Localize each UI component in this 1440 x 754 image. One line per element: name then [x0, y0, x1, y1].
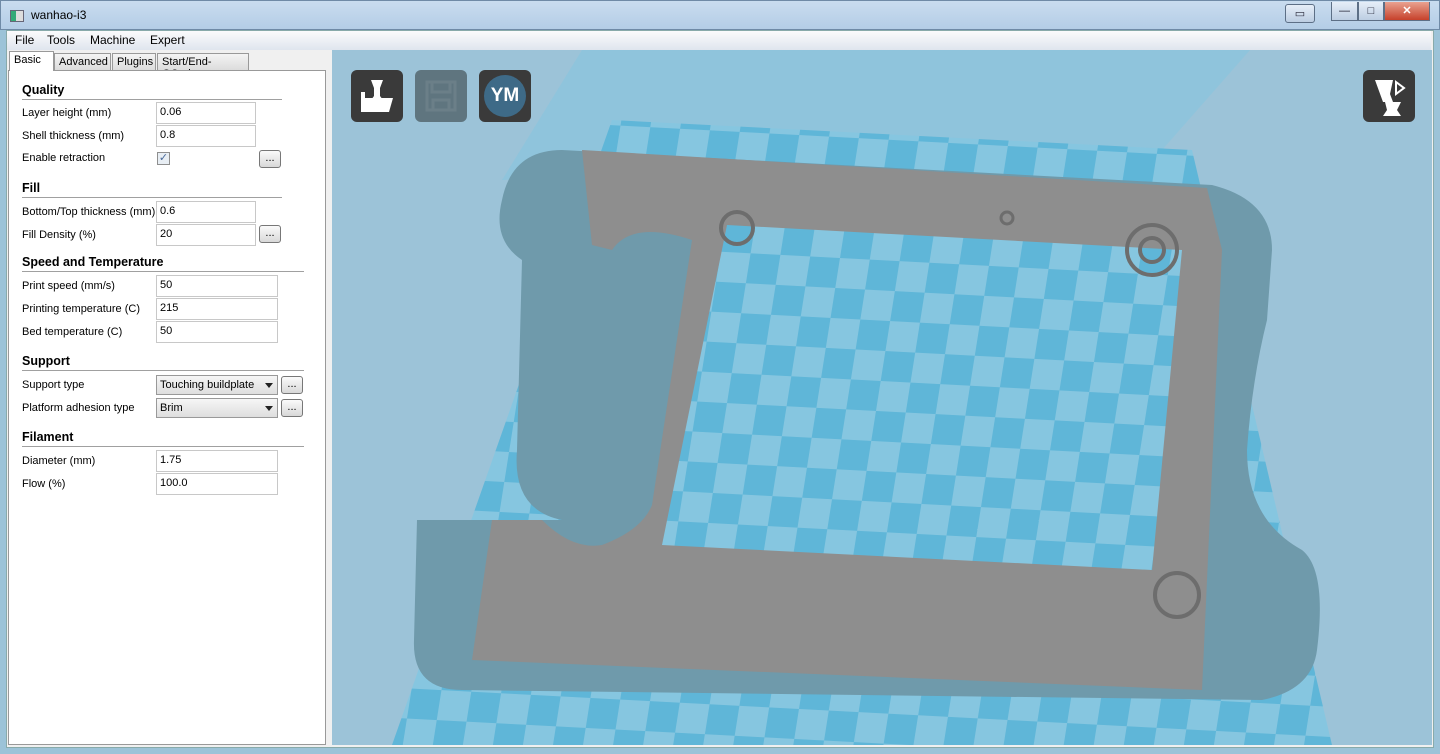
platform-adhesion-label: Platform adhesion type [22, 402, 135, 414]
3d-viewport[interactable]: YM [332, 50, 1432, 745]
youmagine-button[interactable]: YM [479, 70, 531, 122]
bed-temperature-input[interactable]: 50 [156, 321, 278, 343]
chevron-down-icon [265, 406, 273, 415]
tab-basic[interactable]: Basic [9, 51, 54, 71]
title-bar: wanhao-i3 ▭ — □ ✕ [0, 0, 1440, 30]
window-title: wanhao-i3 [31, 8, 87, 22]
section-speed-title: Speed and Temperature [22, 255, 164, 269]
shell-thickness-label: Shell thickness (mm) [22, 130, 125, 142]
fill-density-label: Fill Density (%) [22, 229, 96, 241]
bottom-top-thickness-label: Bottom/Top thickness (mm) [22, 206, 156, 218]
platform-adhesion-select[interactable]: Brim [156, 398, 278, 418]
section-filament-title: Filament [22, 430, 74, 444]
platform-adhesion-value: Brim [160, 402, 183, 414]
diameter-input[interactable]: 1.75 [156, 450, 278, 472]
tab-plugins[interactable]: Plugins [112, 53, 156, 70]
build-plate-scene [392, 50, 1332, 745]
load-folder-icon [361, 80, 393, 112]
flow-input[interactable]: 100.0 [156, 473, 278, 495]
support-type-select[interactable]: Touching buildplate [156, 375, 278, 395]
view-mode-button[interactable] [1363, 70, 1415, 122]
shell-thickness-input[interactable]: 0.8 [156, 125, 256, 147]
menu-bar: File Tools Machine Expert [7, 31, 1431, 50]
divider [22, 99, 282, 100]
support-type-value: Touching buildplate [160, 379, 255, 391]
bottom-top-thickness-input[interactable]: 0.6 [156, 201, 256, 223]
menu-expert[interactable]: Expert [150, 33, 185, 47]
layer-height-input[interactable]: 0.06 [156, 102, 256, 124]
app-icon [10, 10, 24, 22]
tab-advanced[interactable]: Advanced [54, 53, 111, 70]
adhesion-more-button[interactable]: ... [281, 399, 303, 417]
save-gcode-button[interactable] [415, 70, 467, 122]
printing-temperature-input[interactable]: 215 [156, 298, 278, 320]
fill-more-button[interactable]: ... [259, 225, 281, 243]
close-button[interactable]: ✕ [1384, 2, 1430, 21]
print-speed-input[interactable]: 50 [156, 275, 278, 297]
chevron-down-icon [265, 383, 273, 392]
minimize-button[interactable]: — [1331, 2, 1358, 21]
divider [22, 197, 282, 198]
floppy-disk-icon [425, 80, 457, 112]
section-fill-title: Fill [22, 181, 41, 195]
load-model-button[interactable] [351, 70, 403, 122]
layer-height-label: Layer height (mm) [22, 107, 112, 119]
divider [22, 271, 304, 272]
menu-machine[interactable]: Machine [90, 33, 135, 47]
maximize-button[interactable]: □ [1358, 2, 1384, 21]
menu-file[interactable]: File [15, 33, 34, 47]
special-window-button[interactable]: ▭ [1285, 4, 1315, 23]
enable-retraction-label: Enable retraction [22, 152, 106, 164]
bed-temperature-label: Bed temperature (C) [22, 326, 123, 338]
retraction-more-button[interactable]: ... [259, 150, 281, 168]
frame-opening [662, 225, 1182, 570]
section-support-title: Support [22, 354, 70, 368]
settings-panel: Quality Layer height (mm) 0.06 Shell thi… [8, 70, 326, 745]
divider [22, 370, 304, 371]
diameter-label: Diameter (mm) [22, 455, 96, 467]
tab-start-end-gcode[interactable]: Start/End-GCode [157, 53, 249, 80]
printing-temperature-label: Printing temperature (C) [22, 303, 140, 315]
view-mode-icon [1375, 80, 1406, 116]
menu-tools[interactable]: Tools [47, 33, 75, 47]
divider [22, 446, 304, 447]
print-speed-label: Print speed (mm/s) [22, 280, 115, 292]
section-quality-title: Quality [22, 83, 65, 97]
support-more-button[interactable]: ... [281, 376, 303, 394]
support-type-label: Support type [22, 379, 85, 391]
enable-retraction-checkbox[interactable]: ✓ [157, 152, 170, 165]
ym-logo: YM [484, 75, 526, 117]
fill-density-input[interactable]: 20 [156, 224, 256, 246]
flow-label: Flow (%) [22, 478, 66, 490]
